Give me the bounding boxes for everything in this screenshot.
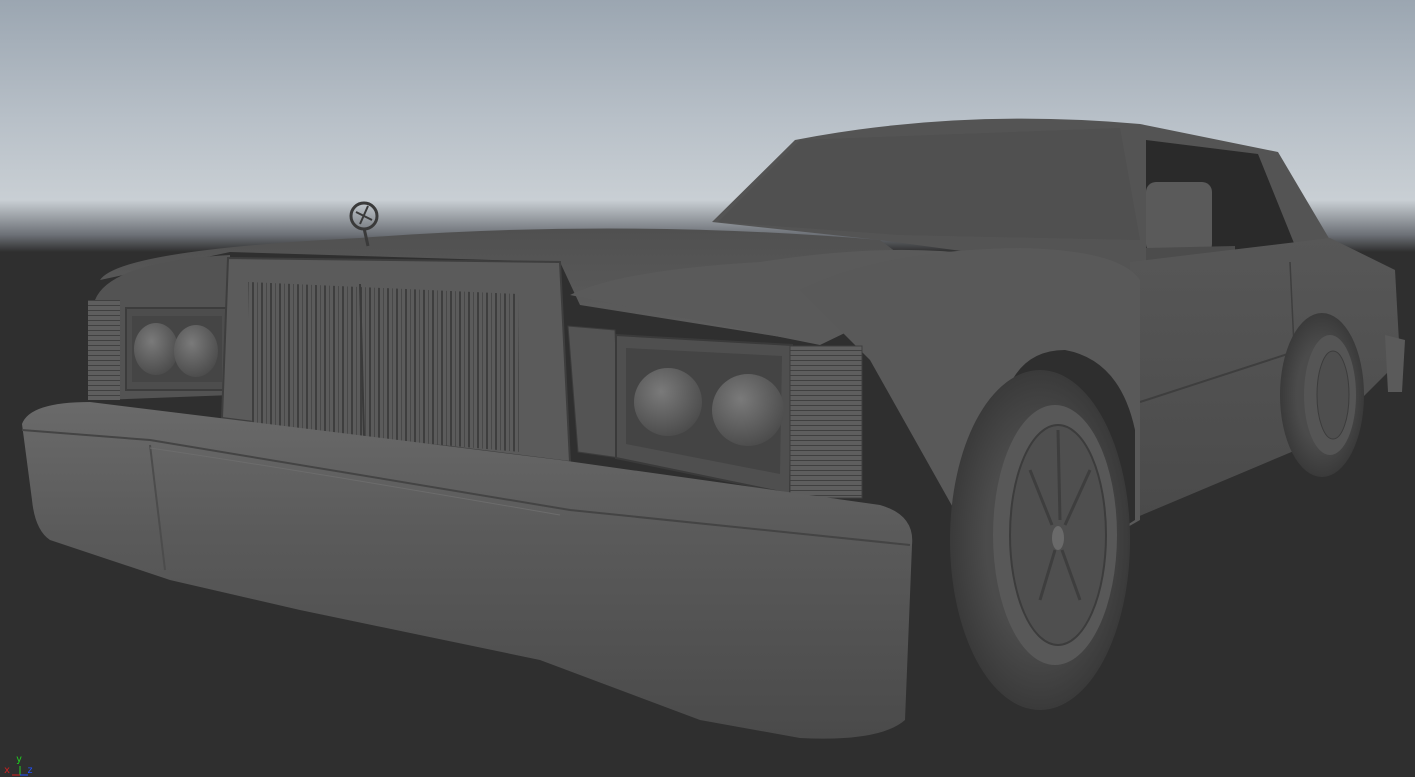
3d-viewport[interactable]: y x z	[0, 0, 1415, 777]
body-side	[1130, 238, 1405, 520]
car-model[interactable]	[0, 0, 1415, 777]
axis-orientation-indicator: y x z	[2, 755, 42, 777]
axis-lines	[12, 766, 28, 776]
front-wheel	[950, 370, 1130, 710]
rear-wheel	[1280, 313, 1364, 477]
